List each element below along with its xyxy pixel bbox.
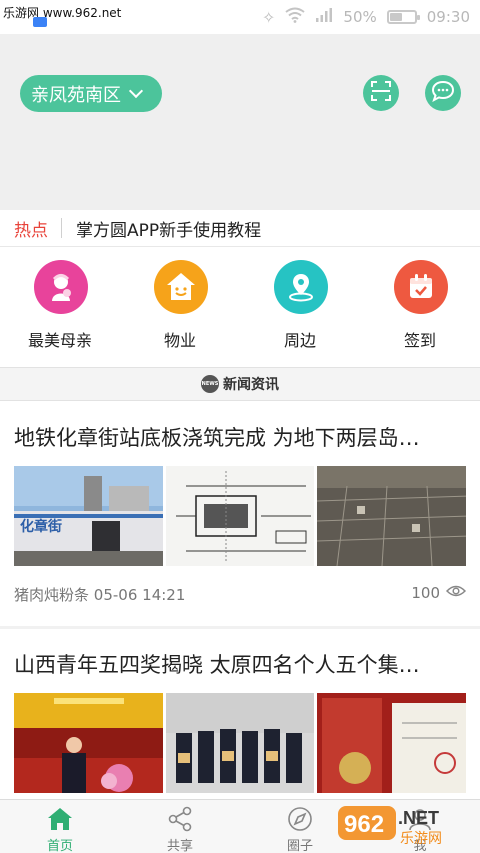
- news-meta: 猪肉炖粉条 05-06 14:21: [14, 584, 185, 605]
- news-title[interactable]: 地铁化章街站底板浇筑完成 为地下两层岛…: [14, 422, 466, 452]
- battery-icon: [386, 10, 420, 24]
- news-item[interactable]: 山西青年五四奖揭晓 太原四名个人五个集…: [0, 629, 480, 799]
- community-name: 亲凤苑南区: [31, 84, 121, 106]
- tab-label: 首页: [46, 839, 73, 853]
- divider: [61, 218, 62, 238]
- thumbnail-sign-text: 化章街: [20, 519, 62, 535]
- share-icon: [167, 806, 193, 832]
- tab-share[interactable]: 共享: [120, 800, 240, 853]
- news-thumbnail[interactable]: [317, 693, 467, 793]
- view-count: 100: [411, 584, 440, 602]
- news-thumbnail[interactable]: [165, 693, 315, 793]
- mother-icon: [34, 260, 88, 314]
- service-mother[interactable]: 最美母亲: [0, 247, 120, 367]
- news-section-title: 新闻资讯: [223, 377, 279, 393]
- news-thumbnail[interactable]: [317, 466, 467, 566]
- status-bar: 乐游网 www.962.net ✧ 50% 09:30: [0, 0, 480, 34]
- message-icon: [431, 80, 455, 106]
- app-screen: 乐游网 www.962.net ✧ 50% 09:30 亲凤苑南区 热点 掌方圆…: [0, 0, 480, 853]
- svg-text:.NET: .NET: [398, 808, 439, 828]
- hot-topic-bar[interactable]: 热点 掌方圆APP新手使用教程: [0, 210, 480, 246]
- news-time: 05-06 14:21: [93, 586, 186, 604]
- community-selector[interactable]: 亲凤苑南区: [20, 75, 162, 112]
- news-thumbnails: [14, 693, 467, 793]
- battery-fill: [389, 13, 402, 21]
- house-face-icon: [154, 260, 208, 314]
- scan-icon: [370, 80, 392, 106]
- scan-button[interactable]: [363, 75, 399, 111]
- eye-icon: [445, 584, 467, 602]
- compass-icon: [287, 806, 313, 832]
- tab-label: 共享: [166, 839, 193, 853]
- signal-icon: [315, 7, 333, 27]
- news-thumbnail[interactable]: 化章街: [14, 466, 163, 566]
- news-section-header: NEWS 新闻资讯: [0, 367, 480, 401]
- svg-text:962: 962: [344, 811, 384, 838]
- message-button[interactable]: [425, 75, 461, 111]
- home-icon: [47, 806, 73, 832]
- service-nearby[interactable]: 周边: [240, 247, 360, 367]
- news-title[interactable]: 山西青年五四奖揭晓 太原四名个人五个集…: [14, 649, 466, 679]
- watermark-text: 乐游网 www.962.net: [3, 6, 122, 20]
- news-thumbnail[interactable]: [165, 466, 315, 566]
- hot-label: 热点: [14, 220, 48, 241]
- svg-text:乐游网: 乐游网: [400, 831, 442, 847]
- news-thumbnail[interactable]: [14, 693, 163, 793]
- news-item[interactable]: 地铁化章街站底板浇筑完成 为地下两层岛… 化章街 猪肉炖粉条 05-06 14:…: [0, 402, 480, 626]
- service-property[interactable]: 物业: [120, 247, 240, 367]
- service-label: 物业: [163, 331, 196, 350]
- service-label: 周边: [283, 331, 316, 350]
- service-label: 最美母亲: [27, 331, 92, 350]
- news-views: 100: [411, 584, 467, 602]
- news-author: 猪肉炖粉条: [14, 586, 90, 604]
- tab-home[interactable]: 首页: [0, 800, 120, 853]
- wifi-icon: [285, 7, 306, 27]
- service-label: 签到: [403, 331, 436, 350]
- news-thumbnails: 化章街: [14, 466, 467, 566]
- alarm-icon: ✧: [262, 7, 276, 27]
- watermark-logo: 962 .NET 乐游网: [330, 800, 480, 850]
- service-checkin[interactable]: 签到: [360, 247, 480, 367]
- location-pin-icon: [274, 260, 328, 314]
- calendar-check-icon: [394, 260, 448, 314]
- news-icon: NEWS: [201, 375, 219, 393]
- notification-app-icon: [33, 17, 47, 27]
- status-bar-right: ✧ 50% 09:30: [262, 7, 470, 27]
- service-grid: 最美母亲 物业 周边 签到: [0, 247, 480, 367]
- hot-topic-text[interactable]: 掌方圆APP新手使用教程: [76, 216, 261, 241]
- battery-percent: 50%: [343, 8, 377, 26]
- clock: 09:30: [426, 8, 470, 26]
- chevron-down-icon: [128, 83, 144, 98]
- banner-area: 亲凤苑南区: [0, 34, 480, 210]
